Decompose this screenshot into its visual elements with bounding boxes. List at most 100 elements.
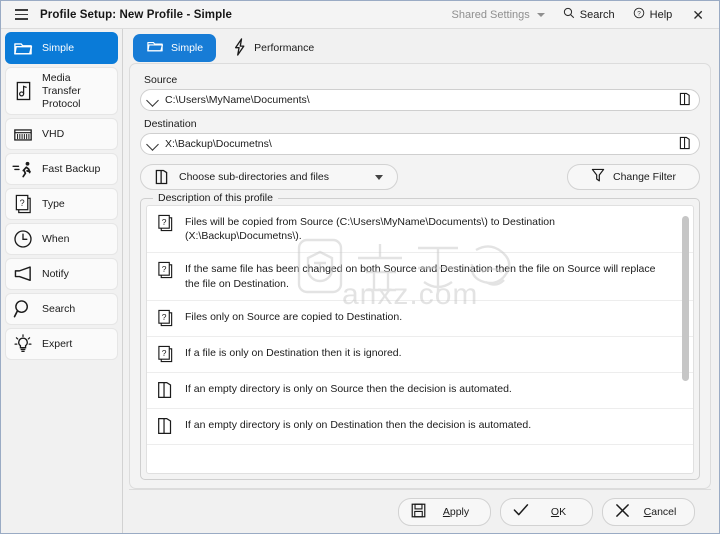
sidebar-item-when[interactable]: When (5, 223, 118, 256)
svg-text:?: ? (19, 198, 24, 208)
sidebar-item-label: Notify (42, 267, 69, 280)
question-pages-icon: ? (157, 345, 175, 363)
titlebar-actions: Shared Settings Search ? Help ✕ (443, 3, 716, 26)
sidebar-item-label: Type (42, 197, 65, 210)
open-folder-icon[interactable] (679, 92, 691, 109)
sidebar-item-simple[interactable]: Simple (5, 32, 118, 64)
list-item: ? Files only on Source are copied to Des… (147, 301, 693, 337)
sidebar-item-type[interactable]: ? Type (5, 188, 118, 221)
search-button[interactable]: Search (554, 3, 624, 26)
svg-text:?: ? (162, 347, 167, 357)
svg-text:?: ? (162, 264, 167, 274)
sidebar-item-label: VHD (42, 127, 65, 140)
list-item-text: If a file is only on Destination then it… (185, 346, 402, 359)
hamburger-icon[interactable] (11, 5, 31, 25)
chevron-down-icon (536, 12, 545, 17)
close-icon (615, 503, 630, 521)
svg-text:?: ? (637, 11, 641, 18)
cancel-button[interactable]: Cancel (602, 497, 695, 526)
lightning-bolt-icon (233, 37, 247, 59)
funnel-icon (591, 168, 605, 186)
shared-settings-dropdown[interactable]: Shared Settings (443, 5, 554, 25)
sidebar-item-notify[interactable]: Notify (5, 258, 118, 291)
description-groupbox: Description of this profile ? Files will… (140, 192, 700, 480)
ok-button[interactable]: OK (500, 497, 593, 526)
tab-performance[interactable]: Performance (220, 33, 327, 64)
search-button-label: Search (579, 8, 615, 21)
chevron-down-icon[interactable] (375, 175, 383, 180)
footer-buttons: Apply OK Cancel (129, 489, 711, 533)
tab-simple[interactable]: Simple (133, 34, 217, 62)
clock-icon (12, 228, 34, 250)
magnifier-icon (12, 298, 34, 320)
sidebar-item-label: Search (42, 302, 76, 315)
help-button-label: Help (649, 8, 673, 21)
page-title: Profile Setup: New Profile - Simple (40, 8, 233, 21)
change-filter-button[interactable]: Change Filter (567, 164, 700, 190)
question-pages-icon: ? (157, 309, 175, 327)
sidebar-item-vhd[interactable]: VHD (5, 118, 118, 151)
open-folder-icon (157, 417, 175, 435)
list-item: ? If a file is only on Destination then … (147, 337, 693, 373)
destination-label: Destination (144, 118, 197, 130)
lightbulb-icon (12, 333, 34, 355)
ok-label: OK (550, 505, 567, 518)
main-pane: Simple Performance Source C:\Users\MyNam… (123, 29, 719, 533)
open-folder-icon (157, 381, 175, 399)
list-item-text: If the same file has been changed on bot… (185, 263, 656, 290)
choose-subdirectories-button[interactable]: Choose sub-directories and files (140, 164, 398, 190)
list-item: If an empty directory is only on Destina… (147, 409, 693, 445)
drive-icon (12, 123, 34, 145)
open-folder-icon (155, 169, 168, 188)
open-folder-icon[interactable] (679, 136, 691, 153)
question-pages-icon: ? (157, 261, 175, 279)
change-filter-label: Change Filter (612, 171, 677, 183)
description-list[interactable]: ? Files will be copied from Source (C:\U… (146, 205, 694, 474)
chevron-down-icon[interactable] (147, 94, 159, 106)
folder-icon (146, 39, 164, 57)
help-circle-icon: ? (633, 7, 645, 22)
sidebar-item-label: Expert (42, 337, 73, 350)
svg-text:?: ? (162, 311, 167, 321)
apply-label-rest: pply (449, 505, 470, 518)
help-button[interactable]: ? Help (624, 3, 682, 26)
list-item-text: If an empty directory is only on Destina… (185, 418, 532, 431)
list-item-text: If an empty directory is only on Source … (185, 382, 512, 395)
sidebar-item-label: When (42, 232, 70, 245)
tab-label: Performance (254, 42, 315, 54)
apply-button[interactable]: Apply (398, 497, 491, 526)
scrollbar-thumb[interactable] (682, 216, 689, 381)
list-item: ? Files will be copied from Source (C:\U… (147, 206, 693, 254)
music-file-icon (12, 80, 34, 102)
source-label: Source (144, 74, 178, 86)
title-bar: Profile Setup: New Profile - Simple Shar… (1, 1, 719, 29)
cancel-label: Cancel (643, 505, 677, 518)
list-item-text: Files will be copied from Source (C:\Use… (185, 216, 555, 243)
choose-subdirectories-label: Choose sub-directories and files (179, 171, 329, 183)
list-item: ? If the same file has been changed on b… (147, 253, 693, 301)
search-icon (563, 7, 575, 22)
apply-label: Apply (442, 505, 470, 518)
close-icon[interactable]: ✕ (681, 4, 715, 26)
list-item: If an empty directory is only on Source … (147, 373, 693, 409)
running-man-icon (12, 158, 34, 180)
tab-bar: Simple Performance (129, 33, 711, 63)
sidebar-item-search[interactable]: Search (5, 293, 118, 326)
svg-text:?: ? (162, 217, 167, 227)
megaphone-icon (12, 263, 34, 285)
question-pages-icon: ? (157, 214, 175, 232)
sidebar-item-label: Fast Backup (42, 162, 101, 175)
check-icon (513, 503, 529, 520)
sidebar-item-expert[interactable]: Expert (5, 328, 118, 361)
source-path-value: C:\Users\MyName\Documents\ (165, 94, 310, 106)
chevron-down-icon[interactable] (147, 138, 159, 150)
destination-path-field[interactable]: X:\Backup\Documetns\ (140, 133, 700, 155)
source-path-field[interactable]: C:\Users\MyName\Documents\ (140, 89, 700, 111)
sidebar-item-fast-backup[interactable]: Fast Backup (5, 153, 118, 186)
window-body: Simple Media Transfer Protocol VHD Fast … (1, 29, 719, 533)
sidebar: Simple Media Transfer Protocol VHD Fast … (1, 29, 123, 533)
save-icon (411, 503, 426, 521)
sidebar-item-media-transfer-protocol[interactable]: Media Transfer Protocol (5, 67, 118, 116)
description-scrollbar[interactable] (681, 208, 690, 471)
folder-icon (12, 37, 34, 59)
